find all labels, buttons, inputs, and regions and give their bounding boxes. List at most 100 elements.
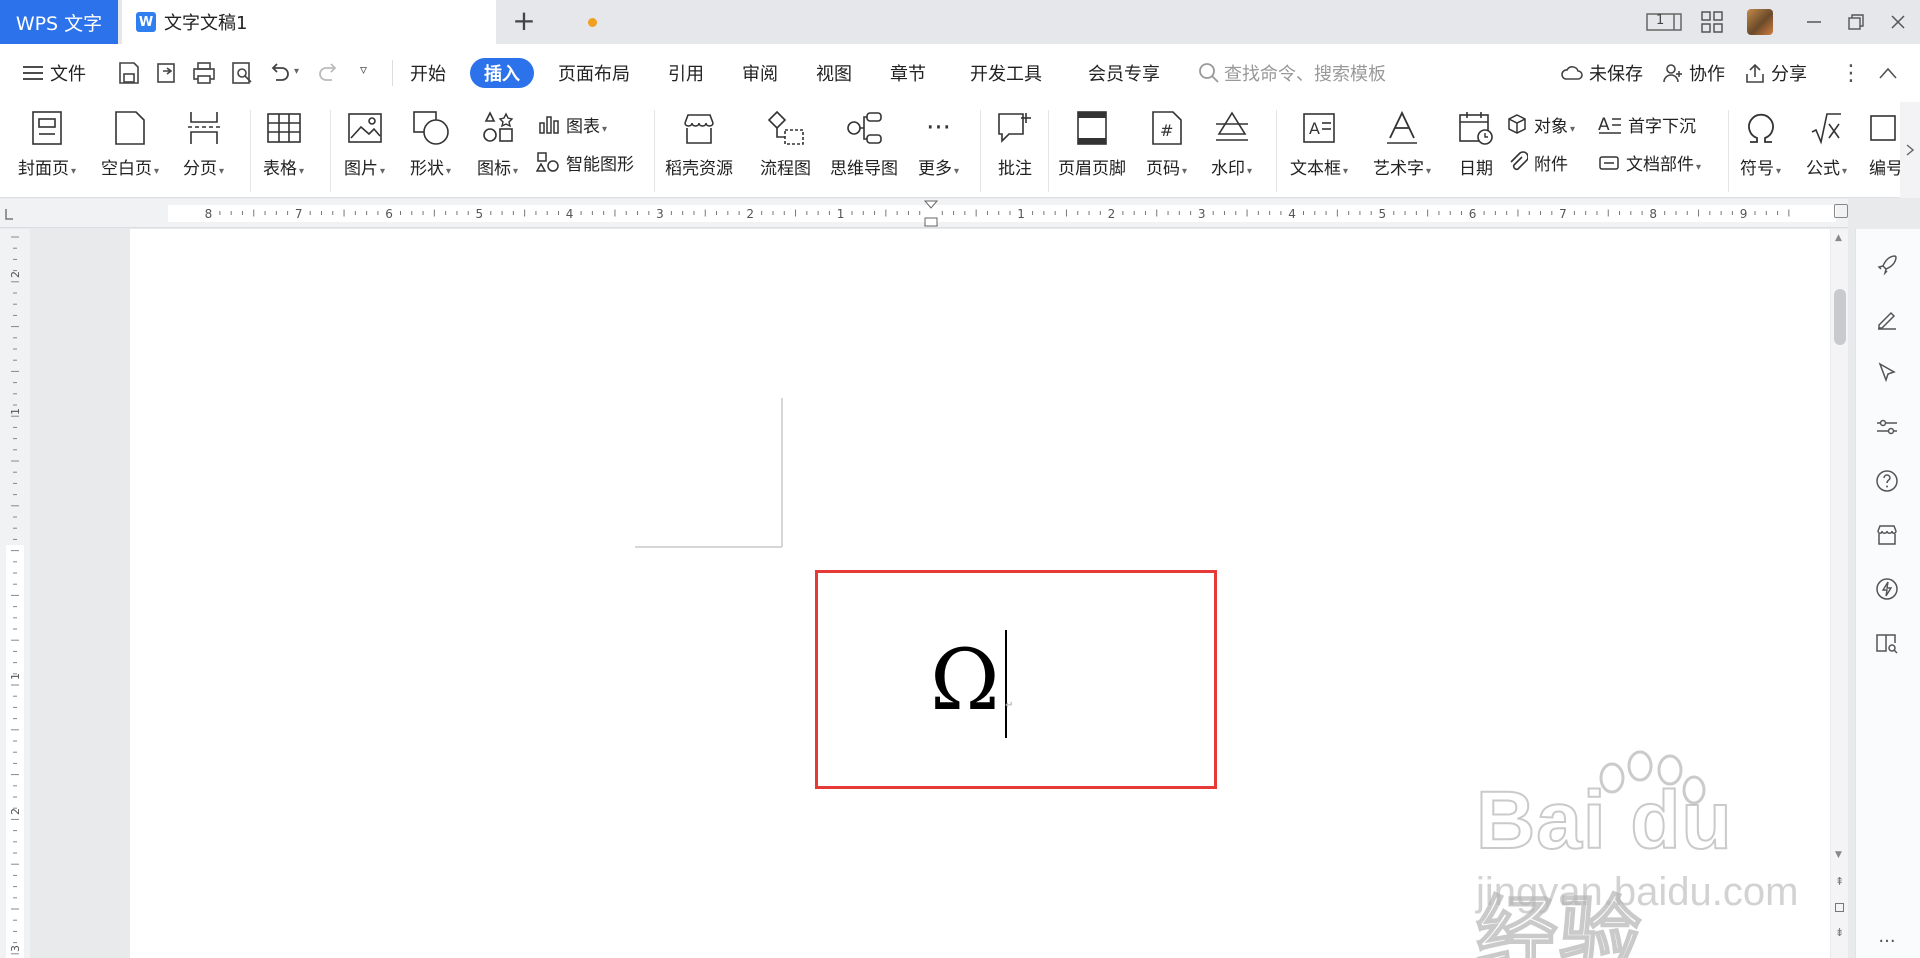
- next-page-icon[interactable]: ⇟: [1835, 926, 1844, 939]
- sidebar-lightning-button[interactable]: [1870, 572, 1904, 606]
- undo-dropdown-icon[interactable]: ▾: [294, 66, 299, 77]
- share-button[interactable]: 分享: [1744, 58, 1807, 88]
- docer-resource-button[interactable]: 稻壳资源: [665, 102, 733, 198]
- flowchart-button[interactable]: 流程图: [760, 102, 811, 198]
- date-button[interactable]: 日期: [1456, 102, 1496, 198]
- tab-developer[interactable]: 开发工具: [970, 58, 1042, 88]
- tab-page-layout[interactable]: 页面布局: [558, 58, 630, 88]
- print-preview-icon[interactable]: [229, 60, 255, 86]
- tab-member[interactable]: 会员专享: [1088, 58, 1160, 88]
- command-search[interactable]: 查找命令、搜索模板: [1198, 58, 1386, 88]
- cover-page-button[interactable]: 封面页: [18, 102, 76, 198]
- restore-button[interactable]: [1840, 8, 1872, 36]
- paperclip-icon: [1510, 151, 1528, 171]
- scroll-down-icon[interactable]: ▼: [1835, 850, 1842, 860]
- cloud-icon: [1561, 66, 1583, 80]
- sidebar-select-button[interactable]: [1870, 356, 1904, 390]
- sidebar-settings-button[interactable]: [1870, 410, 1904, 444]
- minimize-button[interactable]: [1798, 8, 1830, 36]
- ruler-toggle-icon[interactable]: [1834, 204, 1848, 218]
- prev-page-icon[interactable]: ⇞: [1835, 875, 1844, 888]
- sidebar-reader-button[interactable]: [1870, 626, 1904, 660]
- picture-button[interactable]: 图片: [344, 102, 385, 198]
- blank-page-button[interactable]: 空白页: [101, 102, 159, 198]
- comment-button[interactable]: 批注: [995, 102, 1035, 198]
- horizontal-ruler[interactable]: 8 7 6 5 4 3 2 1 1 2 3 4 5 6 7 8 9: [0, 199, 1848, 228]
- icon-library-button[interactable]: 图标: [477, 102, 518, 198]
- file-menu[interactable]: 文件: [22, 58, 86, 88]
- collapse-ribbon-button[interactable]: [1878, 58, 1903, 88]
- page-break-button[interactable]: 分页: [183, 102, 224, 198]
- select-browse-object-icon[interactable]: [1835, 903, 1844, 912]
- more-button[interactable]: ··· 更多: [918, 102, 959, 198]
- undo-icon[interactable]: [266, 60, 292, 86]
- numbering-button[interactable]: 编号: [1868, 102, 1900, 198]
- book-search-icon: [1876, 634, 1898, 654]
- save-icon[interactable]: [116, 60, 142, 86]
- wordart-icon: [1387, 110, 1418, 144]
- chart-button[interactable]: 图表: [538, 108, 607, 140]
- tab-review[interactable]: 审阅: [742, 58, 778, 88]
- sidebar-more-icon[interactable]: ···: [1870, 924, 1904, 958]
- collaborate-button[interactable]: 协作: [1662, 58, 1725, 88]
- store-icon: [1877, 525, 1897, 545]
- wordart-button[interactable]: 艺术字: [1373, 102, 1431, 198]
- document-parts-button[interactable]: 文档部件: [1598, 146, 1701, 178]
- vertical-ruler[interactable]: 2 1 1 2 3: [0, 229, 30, 958]
- ruler-tick-label: 3: [656, 207, 664, 221]
- sidebar-rocket-button[interactable]: [1870, 248, 1904, 282]
- ruler-tick-label: 6: [1469, 207, 1477, 221]
- baidu-watermark: Bai du 经验 jingyan.baidu.com: [1475, 750, 1816, 958]
- svg-text:A: A: [1309, 119, 1320, 138]
- drop-cap-button[interactable]: A 首字下沉: [1598, 108, 1696, 140]
- mindmap-icon: [847, 112, 882, 144]
- apps-button[interactable]: [1698, 8, 1726, 36]
- ruler-tick-label: 7: [1559, 207, 1567, 221]
- object-button[interactable]: 对象: [1506, 108, 1575, 140]
- more-options-icon[interactable]: ⋮: [1840, 58, 1862, 88]
- attachment-button[interactable]: 附件: [1506, 146, 1568, 178]
- header-footer-button[interactable]: 页眉页脚: [1058, 102, 1126, 198]
- page-view-button[interactable]: 1: [1644, 8, 1684, 36]
- menu-bar: 文件 ▾ ▿ 开始 插入 页面布局 引用 审阅 视图 章节 开发工具 会员专享 …: [0, 44, 1920, 102]
- tab-view[interactable]: 视图: [816, 58, 852, 88]
- table-button[interactable]: 表格: [263, 102, 304, 198]
- sidebar-pen-button[interactable]: [1870, 302, 1904, 336]
- scrollbar-thumb[interactable]: [1834, 289, 1846, 345]
- smartart-icon: [536, 152, 559, 172]
- shape-button[interactable]: 形状: [410, 102, 451, 198]
- document-tab[interactable]: W 文字文稿1: [122, 0, 597, 44]
- ribbon-scroll-right[interactable]: [1900, 102, 1920, 198]
- close-button[interactable]: [1882, 8, 1914, 36]
- title-bar: WPS 文字 W 文字文稿1 + 1: [0, 0, 1920, 44]
- sidebar-help-button[interactable]: [1870, 464, 1904, 498]
- page-number-button[interactable]: # 页码: [1146, 102, 1187, 198]
- redo-icon[interactable]: [316, 60, 342, 86]
- textbox-button[interactable]: A 文本框: [1290, 102, 1348, 198]
- new-tab-button[interactable]: +: [508, 6, 540, 38]
- ruler-tick-label: 9: [1740, 207, 1748, 221]
- left-indent-marker[interactable]: [924, 217, 938, 227]
- formula-button[interactable]: 公式: [1806, 102, 1847, 198]
- tab-home[interactable]: 开始: [410, 58, 446, 88]
- smartart-button[interactable]: 智能图形: [536, 146, 634, 178]
- mindmap-label: 思维导图: [830, 159, 898, 179]
- print-icon[interactable]: [191, 60, 217, 86]
- app-home-tab[interactable]: WPS 文字: [0, 0, 118, 44]
- scroll-up-icon[interactable]: ▲: [1835, 233, 1842, 243]
- tab-insert[interactable]: 插入: [470, 58, 534, 88]
- search-placeholder: 查找命令、搜索模板: [1224, 64, 1386, 85]
- tab-chapter[interactable]: 章节: [890, 58, 926, 88]
- mindmap-button[interactable]: 思维导图: [830, 102, 898, 198]
- customize-toolbar-icon[interactable]: ▿: [360, 62, 367, 78]
- ruler-tick-label: 7: [295, 207, 303, 221]
- ruler-tick-label: 3: [1198, 207, 1206, 221]
- export-icon[interactable]: [154, 60, 180, 86]
- unsaved-button[interactable]: 未保存: [1560, 58, 1643, 88]
- user-avatar-button[interactable]: [1746, 8, 1774, 36]
- symbol-button[interactable]: 符号: [1740, 102, 1781, 198]
- watermark-button[interactable]: 水印: [1211, 102, 1252, 198]
- sidebar-store-button[interactable]: [1870, 518, 1904, 552]
- tab-stop-icon[interactable]: [5, 209, 13, 220]
- tab-references[interactable]: 引用: [668, 58, 704, 88]
